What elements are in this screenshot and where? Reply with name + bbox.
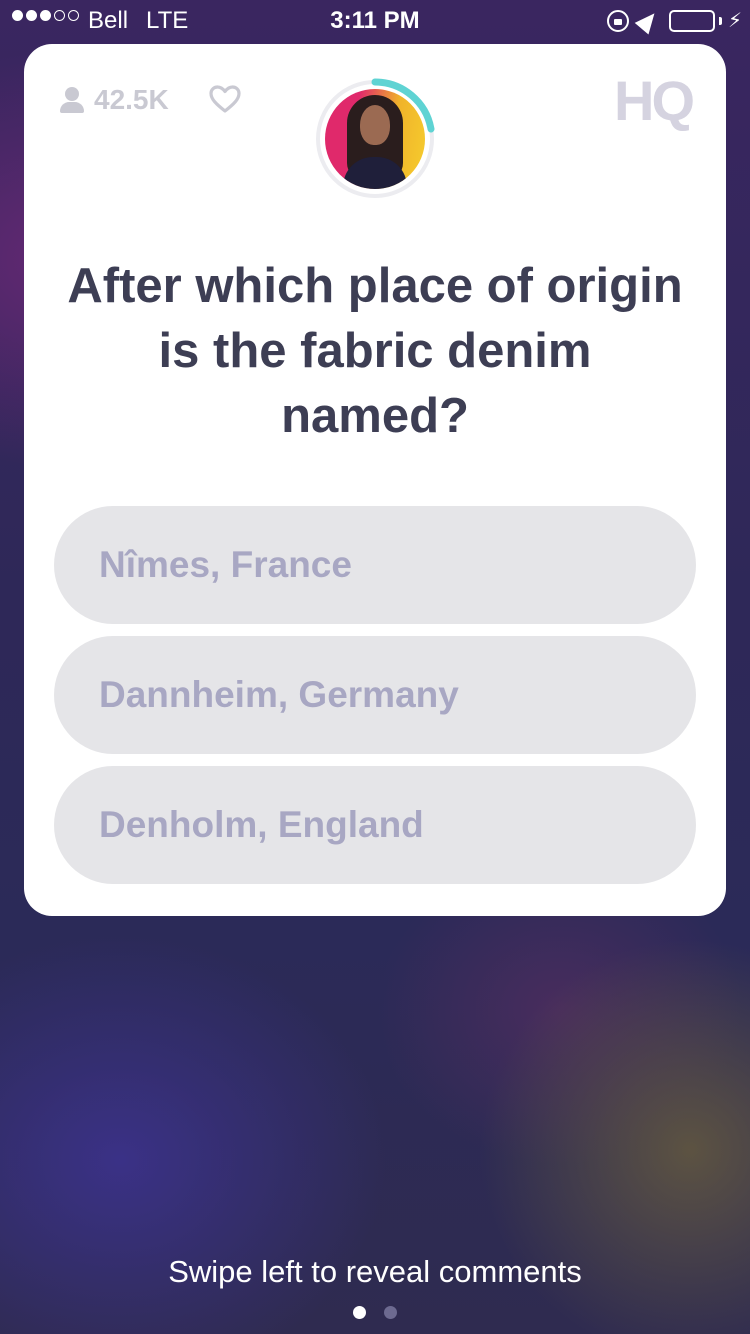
battery-icon bbox=[668, 9, 715, 32]
rotation-lock-icon bbox=[606, 9, 629, 32]
viewer-count-label: 42.5K bbox=[94, 84, 169, 115]
swipe-hint: Swipe left to reveal comments bbox=[168, 1254, 582, 1289]
charging-bolt-icon: ⚡︎ bbox=[727, 10, 742, 32]
question-card: 42.5K HQ After which place of origin is … bbox=[24, 44, 726, 916]
answer-label: Nîmes, France bbox=[99, 544, 352, 585]
status-bar: Bell LTE 3:11 PM ⚡︎ bbox=[0, 0, 750, 40]
answer-option-2[interactable]: Dannheim, Germany bbox=[54, 636, 696, 754]
answer-option-3[interactable]: Denholm, England bbox=[54, 766, 696, 884]
host-photo bbox=[325, 89, 425, 189]
host-avatar bbox=[314, 78, 436, 200]
answer-option-1[interactable]: Nîmes, France bbox=[54, 506, 696, 624]
answer-label: Dannheim, Germany bbox=[99, 674, 459, 715]
answer-label: Denholm, England bbox=[99, 804, 424, 845]
viewer-count: 42.5K bbox=[60, 84, 169, 116]
page-indicator[interactable] bbox=[0, 1306, 750, 1319]
page-dot-2[interactable] bbox=[384, 1306, 397, 1319]
user-icon bbox=[60, 87, 84, 113]
status-icons: ⚡︎ bbox=[606, 7, 742, 34]
hq-logo: HQ bbox=[614, 69, 695, 132]
question-text: After which place of origin is the fabri… bbox=[67, 259, 683, 443]
page-dot-1[interactable] bbox=[353, 1306, 366, 1319]
heart-icon[interactable] bbox=[208, 84, 242, 114]
location-arrow-icon bbox=[634, 7, 662, 34]
